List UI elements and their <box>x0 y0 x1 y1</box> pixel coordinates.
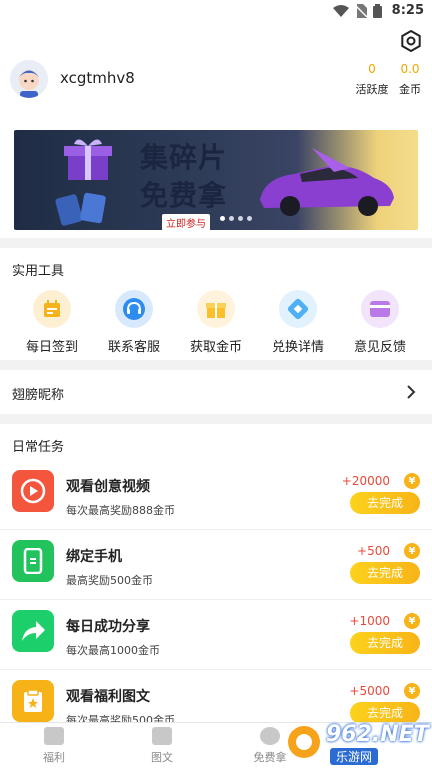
task-reward: +500 <box>357 544 390 558</box>
banner-dot <box>247 216 252 221</box>
task-name: 每日成功分享 <box>66 619 150 635</box>
banner-dot <box>229 216 234 221</box>
promo-banner[interactable]: 集碎片 免费拿 立即参与 <box>14 130 418 230</box>
play-icon <box>12 470 54 512</box>
gift-box-icon <box>64 139 112 180</box>
task-reward: +5000 <box>349 684 390 698</box>
diamond-icon <box>279 290 317 328</box>
activity-label: 活跃度 <box>355 83 389 96</box>
task-complete-button[interactable]: 去完成 <box>350 492 420 514</box>
task-name: 观看福利图文 <box>66 689 150 705</box>
task-desc: 每次最高奖励888金币 <box>66 504 175 517</box>
task-complete-button[interactable]: 去完成 <box>350 562 420 584</box>
avatar[interactable] <box>10 60 48 98</box>
tools-section: 实用工具 每日签到 联系客服 获取金币 兑换详情 意见反馈 <box>0 248 432 360</box>
coin-icon: ¥ <box>404 473 420 489</box>
task-reward: +20000 <box>341 474 390 488</box>
daily-tasks-section: 日常任务 观看创意视频 每次最高奖励888金币 +20000 ¥ 去完成 绑定手… <box>0 424 432 727</box>
tab-welfare[interactable]: 福利 <box>24 727 84 765</box>
username: xcgtmhv8 <box>60 69 135 87</box>
article-tab-icon <box>152 727 172 745</box>
nickname-row[interactable]: 翅膀昵称 <box>0 370 432 414</box>
card-icon <box>361 290 399 328</box>
tasks-title: 日常任务 <box>12 440 65 455</box>
tab-articles[interactable]: 图文 <box>132 727 192 765</box>
coin-icon: ¥ <box>404 543 420 559</box>
coins-label: 金币 <box>399 83 421 96</box>
battery-icon <box>373 4 382 18</box>
tool-label: 获取金币 <box>189 340 242 355</box>
tools-title: 实用工具 <box>12 264 65 279</box>
tool-label: 每日签到 <box>25 340 78 355</box>
banner-indicator <box>220 216 252 221</box>
banner-title-line1: 集碎片 <box>140 141 228 174</box>
cards-icon <box>55 192 106 226</box>
tool-label: 联系客服 <box>107 340 160 355</box>
task-reward: +1000 <box>349 614 390 628</box>
avatar-icon <box>10 60 48 98</box>
tool-label: 意见反馈 <box>353 340 406 355</box>
task-desc: 每次最高1000金币 <box>66 644 160 657</box>
task-name: 绑定手机 <box>66 549 122 565</box>
task-watch-video: 观看创意视频 每次最高奖励888金币 +20000 ¥ 去完成 <box>0 460 432 530</box>
section-divider <box>0 360 432 370</box>
gift-icon <box>197 290 235 328</box>
coin-icon: ¥ <box>404 613 420 629</box>
free-tab-icon <box>260 727 280 745</box>
status-icons <box>333 4 382 18</box>
tool-feedback[interactable]: 意见反馈 <box>338 290 422 355</box>
activity-stat[interactable]: 0 活跃度 <box>354 62 390 97</box>
tool-get-coins[interactable]: 获取金币 <box>174 290 258 355</box>
profile-header: xcgtmhv8 0 活跃度 0.0 金币 <box>0 24 432 120</box>
watermark-brand: 962.NET <box>326 722 429 747</box>
task-name: 观看创意视频 <box>66 479 150 495</box>
sports-car-icon <box>260 148 394 216</box>
gift-tab-icon <box>44 727 64 745</box>
tool-exchange-details[interactable]: 兑换详情 <box>256 290 340 355</box>
wifi-icon <box>333 5 349 17</box>
coins-stat[interactable]: 0.0 金币 <box>392 62 428 97</box>
status-time: 8:25 <box>391 3 424 18</box>
calendar-icon <box>33 290 71 328</box>
task-desc: 最高奖励500金币 <box>66 574 153 587</box>
section-divider <box>0 238 432 248</box>
banner-dot <box>238 216 243 221</box>
article-icon <box>12 680 54 722</box>
section-divider <box>0 414 432 424</box>
tab-label: 福利 <box>43 751 65 764</box>
watermark-sub: 乐游网 <box>330 748 379 765</box>
settings-icon[interactable] <box>400 30 422 52</box>
tool-daily-checkin[interactable]: 每日签到 <box>10 290 94 355</box>
banner-title-line2: 免费拿 <box>140 179 228 212</box>
nickname-label: 翅膀昵称 <box>12 388 65 403</box>
task-daily-share: 每日成功分享 每次最高1000金币 +1000 ¥ 去完成 <box>0 600 432 670</box>
tab-label: 图文 <box>151 751 173 764</box>
task-complete-button[interactable]: 去完成 <box>350 632 420 654</box>
banner-cta[interactable]: 立即参与 <box>162 214 210 230</box>
headset-icon <box>115 290 153 328</box>
chevron-right-icon <box>407 385 416 399</box>
watermark-logo-icon <box>288 726 320 758</box>
share-icon <box>12 610 54 652</box>
tool-label: 兑换详情 <box>271 340 324 355</box>
activity-value: 0 <box>368 62 376 76</box>
site-watermark: 962.NET 乐游网 <box>286 718 429 766</box>
phone-icon <box>12 540 54 582</box>
no-sim-icon <box>355 4 367 18</box>
banner-dot <box>220 216 225 221</box>
tool-customer-service[interactable]: 联系客服 <box>92 290 176 355</box>
coin-icon: ¥ <box>404 683 420 699</box>
task-bind-phone: 绑定手机 最高奖励500金币 +500 ¥ 去完成 <box>0 530 432 600</box>
status-bar: 8:25 <box>0 0 432 24</box>
coins-value: 0.0 <box>400 62 420 76</box>
